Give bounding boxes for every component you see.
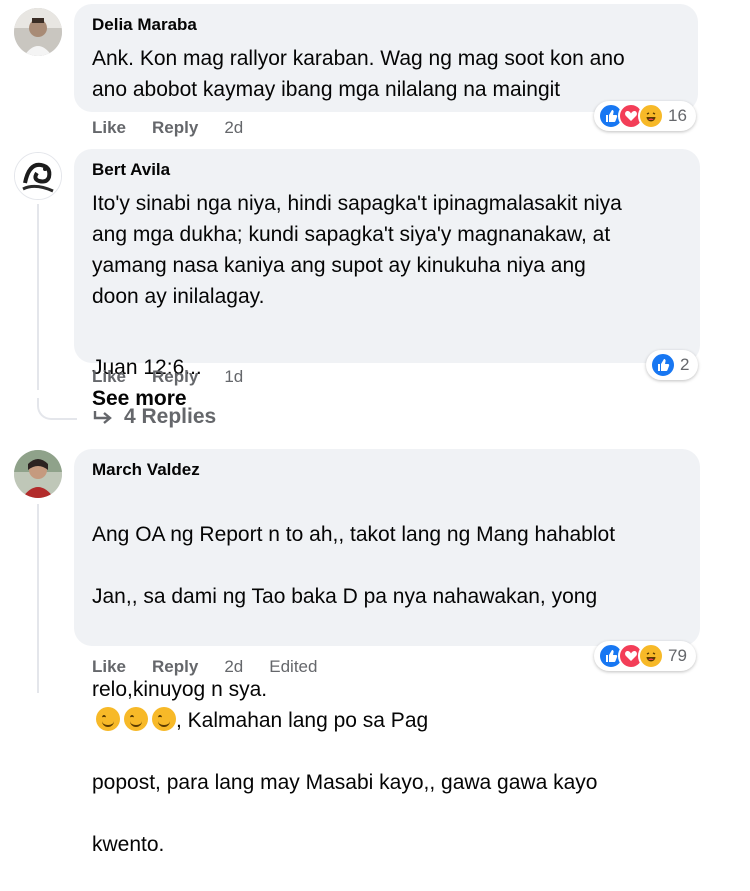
comment-bubble: Delia Maraba Ank. Kon mag rallyor karaba…	[74, 4, 698, 112]
comment-timestamp[interactable]: 2d	[224, 118, 243, 138]
comment-text-line: popost, para lang may Masabi kayo,, gawa…	[92, 771, 598, 794]
comment-actions: Like Reply 2d Edited	[92, 657, 317, 677]
haha-icon	[638, 643, 664, 669]
reactions-summary[interactable]: 79	[594, 641, 696, 671]
smile-emoji-icon	[124, 707, 148, 731]
avatar[interactable]	[14, 450, 62, 498]
thread-line	[37, 504, 39, 693]
comment-text: Ank. Kon mag rallyor karaban. Wag ng mag…	[92, 47, 625, 101]
reaction-count: 16	[668, 106, 687, 125]
avatar[interactable]	[14, 8, 62, 56]
comment-timestamp[interactable]: 1d	[224, 367, 243, 387]
comment-text-segment: , Kalmahan lang po sa Pag	[176, 709, 429, 732]
avatar[interactable]	[14, 152, 62, 200]
reply-arrow-icon	[93, 411, 112, 424]
thread-line	[37, 204, 39, 390]
reaction-count: 79	[668, 646, 687, 665]
reply-button[interactable]: Reply	[152, 118, 198, 138]
reply-button[interactable]: Reply	[152, 657, 198, 677]
comment-actions: Like Reply 2d	[92, 118, 269, 138]
thread-connector	[37, 398, 77, 420]
like-button[interactable]: Like	[92, 367, 126, 387]
reaction-count: 2	[680, 355, 690, 374]
smile-emoji-icon	[152, 707, 176, 731]
comment-bubble: Bert Avila Ito'y sinabi nga niya, hindi …	[74, 149, 700, 410]
replies-count-label: 4 Replies	[124, 405, 217, 428]
comment-actions: Like Reply 1d	[92, 367, 269, 387]
haha-icon	[638, 103, 664, 129]
like-icon	[650, 352, 676, 378]
view-replies-link[interactable]: 4 Replies	[92, 405, 216, 429]
comment-text-segment: relo,kinuyog n sya.	[92, 678, 268, 701]
like-button[interactable]: Like	[92, 657, 126, 677]
comment-text-line: Ang OA ng Report n to ah,, takot lang ng…	[92, 523, 616, 546]
comment-author[interactable]: March Valdez	[92, 458, 684, 482]
comment-text-line: kwento.	[92, 833, 165, 856]
smile-emoji-icon	[96, 707, 120, 731]
comment-author[interactable]: Delia Maraba	[92, 13, 682, 37]
comment-timestamp[interactable]: 2d	[224, 657, 243, 677]
reactions-summary[interactable]: 2	[646, 350, 698, 380]
comment-bubble: March Valdez Ang OA ng Report n to ah,, …	[74, 449, 700, 856]
reply-button[interactable]: Reply	[152, 367, 198, 387]
comment-text-line: Jan,, sa dami ng Tao baka D pa nya nahaw…	[92, 585, 598, 608]
reactions-summary[interactable]: 16	[594, 101, 696, 131]
like-button[interactable]: Like	[92, 118, 126, 138]
edited-label[interactable]: Edited	[269, 657, 317, 677]
comment-author[interactable]: Bert Avila	[92, 158, 684, 182]
comment-text: Ang OA ng Report n to ah,, takot lang ng…	[92, 488, 684, 891]
comment-text: Ito'y sinabi nga niya, hindi sapagka't i…	[92, 192, 622, 308]
